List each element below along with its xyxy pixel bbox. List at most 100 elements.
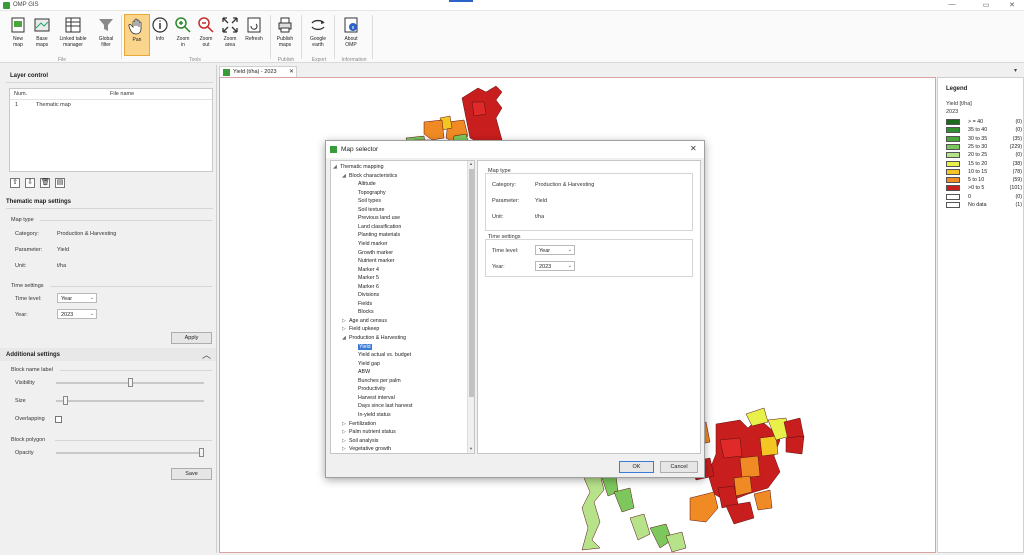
tree-item[interactable]: Nutrient marker	[351, 257, 395, 265]
map-tree[interactable]: ◢ Thematic mapping ◢ Block characteristics A…	[330, 160, 475, 454]
collapse-arrow-icon[interactable]: ◢	[333, 163, 340, 171]
save-button[interactable]: Save	[171, 468, 212, 480]
tree-item[interactable]: ▷ Age and census	[342, 317, 387, 325]
expand-arrow-icon[interactable]: ▷	[342, 317, 349, 325]
close-tab-icon[interactable]: ✕	[289, 68, 294, 75]
dialog-close-button[interactable]: ✕	[690, 144, 697, 153]
base-maps-button[interactable]: Base maps	[29, 14, 55, 56]
ribbon-separator	[334, 15, 335, 59]
category-value: Production & Harvesting	[57, 231, 117, 237]
tree-item[interactable]: ▷ Fertilization	[342, 420, 376, 428]
tab-menu-icon[interactable]: ▾	[1014, 67, 1017, 74]
cancel-button[interactable]: Cancel	[660, 461, 698, 473]
expand-arrow-icon[interactable]: ▷	[342, 325, 349, 333]
tree-item[interactable]: Yield actual vs. budget	[351, 351, 411, 359]
tab-yield-map[interactable]: Yield (t/ha) - 2023 ✕	[219, 66, 297, 77]
tree-item[interactable]: Growth marker	[351, 249, 393, 257]
tree-item[interactable]: In-yield status	[351, 411, 391, 419]
divider	[55, 440, 212, 441]
layer-row-name[interactable]: Thematic map	[36, 102, 71, 108]
info-icon	[152, 17, 168, 33]
visibility-slider[interactable]	[56, 378, 204, 388]
tree-item[interactable]: Soil types	[351, 197, 381, 205]
dlg-time-level-select[interactable]: Year ⌄	[535, 245, 575, 255]
time-level-select[interactable]: Year ⌄	[57, 293, 97, 303]
scroll-down-icon[interactable]: ▼	[469, 446, 473, 451]
dlg-year-select[interactable]: 2023 ⌄	[535, 261, 575, 271]
tree-item[interactable]: Planting materials	[351, 231, 400, 239]
delete-icon[interactable]: 🗑	[40, 178, 50, 188]
new-map-button[interactable]: New map	[5, 14, 31, 56]
tree-item[interactable]: Altitude	[351, 180, 376, 188]
tree-item[interactable]: ABW	[351, 368, 370, 376]
expand-arrow-icon[interactable]: ▷	[342, 437, 349, 445]
tree-item[interactable]: Productivity	[351, 385, 385, 393]
year-select[interactable]: 2023 ⌄	[57, 309, 97, 319]
refresh-button[interactable]: Refresh	[241, 14, 267, 56]
tree-item[interactable]: Yield	[351, 343, 372, 351]
tree-item[interactable]: Previous land use	[351, 214, 400, 222]
tree-item[interactable]: Days since last harvest	[351, 402, 412, 410]
scroll-up-icon[interactable]: ▲	[469, 161, 473, 166]
move-up-icon[interactable]: ⇧	[10, 178, 20, 188]
google-earth-button[interactable]: Google earth	[305, 14, 331, 56]
global-filter-button[interactable]: Global filter	[93, 14, 119, 56]
publish-maps-button[interactable]: Publish maps	[272, 14, 298, 56]
slider-thumb[interactable]	[127, 378, 133, 387]
tree-item[interactable]: Harvest interval	[351, 394, 395, 402]
tree-item[interactable]: ▷ Vegetative growth	[342, 445, 391, 453]
collapse-arrow-icon[interactable]: ◢	[342, 172, 349, 180]
chevron-up-icon[interactable]: ︿	[202, 348, 211, 361]
expand-arrow-icon[interactable]: ▷	[342, 445, 349, 453]
chevron-down-icon: ⌄	[89, 311, 94, 317]
dlg-year-label: Year:	[492, 264, 505, 270]
tree-item[interactable]: ◢ Production & Harvesting	[342, 334, 406, 342]
expand-arrow-icon[interactable]: ▷	[342, 428, 349, 436]
time-settings-groupbox	[485, 239, 693, 277]
linked-table-manager-button[interactable]: Linked table manager	[56, 14, 90, 56]
about-omp-button[interactable]: About OMP	[338, 14, 364, 56]
tree-item[interactable]: Land classification	[351, 223, 401, 231]
expand-arrow-icon[interactable]: ▷	[342, 420, 349, 428]
zoom-out-button[interactable]: Zoom out	[193, 14, 219, 56]
tree-item[interactable]: Topography	[351, 189, 386, 197]
tree-item[interactable]: Soil texture	[351, 206, 385, 214]
ok-button[interactable]: OK	[619, 461, 654, 473]
tree-item[interactable]: ◢ Block characteristics	[342, 172, 397, 180]
tree-item[interactable]: Divisions	[351, 291, 379, 299]
tree-item[interactable]: Yield gap	[351, 360, 380, 368]
tree-item[interactable]: Marker 5	[351, 274, 379, 282]
tree-item[interactable]: Fields	[351, 300, 372, 308]
tree-item[interactable]: Marker 6	[351, 283, 379, 291]
minimize-button[interactable]: —	[942, 1, 962, 8]
scroll-thumb[interactable]	[469, 169, 474, 397]
apply-button[interactable]: Apply	[171, 332, 212, 344]
layer-properties-icon[interactable]: ▤	[55, 178, 65, 188]
move-down-icon[interactable]: ⇩	[25, 178, 35, 188]
tree-item[interactable]: Bunches per palm	[351, 377, 401, 385]
overlapping-checkbox[interactable]	[55, 416, 62, 423]
legend-item: 35 to 40 (0)	[946, 126, 1022, 134]
ribbon-separator	[301, 15, 302, 59]
tree-item[interactable]: ▷ Field upkeep	[342, 325, 379, 333]
tree-item[interactable]: Marker 4	[351, 266, 379, 274]
slider-thumb[interactable]	[199, 448, 204, 457]
zoom-area-button[interactable]: Zoom area	[217, 14, 243, 56]
collapse-arrow-icon[interactable]: ◢	[342, 334, 349, 342]
size-slider[interactable]	[56, 396, 204, 406]
close-button[interactable]: ✕	[1002, 1, 1022, 9]
layer-table[interactable]: Num. File name 1 Thematic map	[9, 88, 213, 172]
tree-item[interactable]: Blocks	[351, 308, 374, 316]
tree-item[interactable]: ▷ Soil analysis	[342, 437, 378, 445]
tree-item[interactable]: ◢ Thematic mapping	[333, 163, 384, 171]
maximize-button[interactable]: ▭	[976, 1, 996, 9]
slider-thumb[interactable]	[63, 396, 69, 405]
tree-scrollbar[interactable]: ▲ ▼	[467, 161, 474, 453]
legend-swatch	[946, 193, 960, 200]
layer-row-num[interactable]: 1	[15, 102, 18, 108]
tree-item[interactable]: Yield marker	[351, 240, 388, 248]
legend-item-label: 5 to 10	[968, 177, 985, 184]
legend-item-count: (38)	[1012, 160, 1022, 167]
tree-item[interactable]: ▷ Palm nutrient status	[342, 428, 396, 436]
opacity-slider[interactable]	[56, 448, 204, 458]
